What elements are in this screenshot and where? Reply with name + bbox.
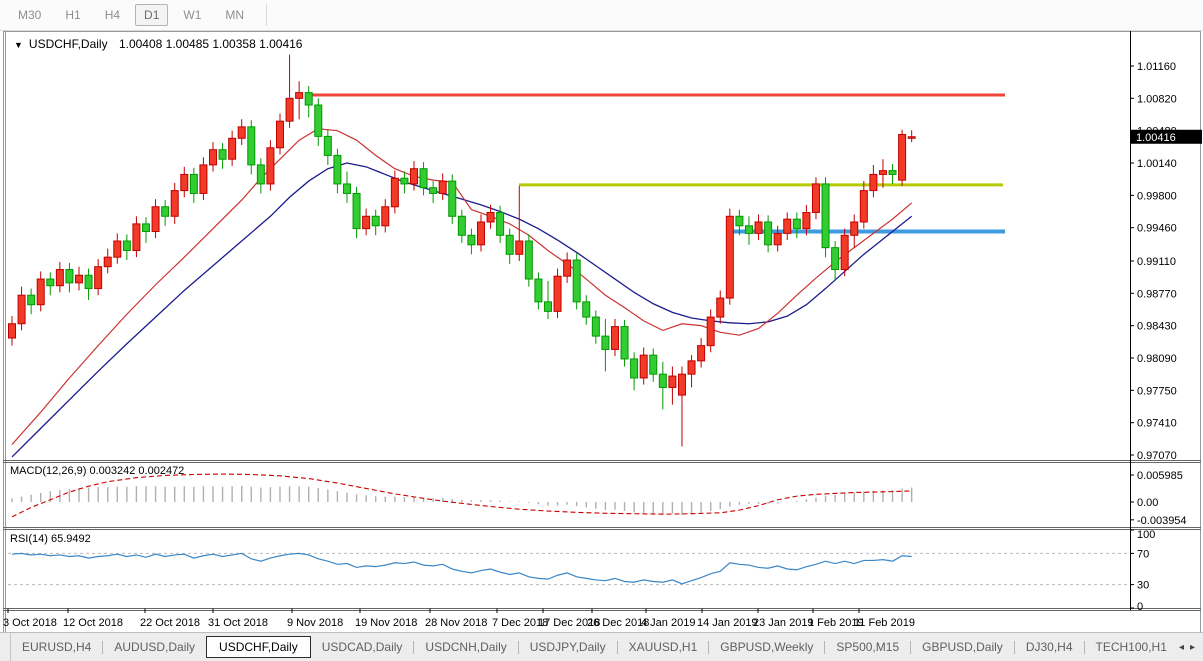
symbol-tab-SP500-M15[interactable]: SP500,M15 [825,636,910,658]
svg-text:0.00: 0.00 [1137,497,1158,509]
mt4-window: 1.011601.008201.004801.001400.998000.994… [0,0,1203,661]
timeframe-button-H1[interactable]: H1 [56,4,89,26]
svg-text:100: 100 [1137,529,1155,541]
svg-text:9 Nov 2018: 9 Nov 2018 [287,617,343,629]
svg-text:4 Jan 2019: 4 Jan 2019 [641,617,695,629]
svg-text:0.99460: 0.99460 [1137,223,1177,235]
svg-text:14 Jan 2019: 14 Jan 2019 [697,617,758,629]
symbol-tab-GBPUSD-Weekly[interactable]: GBPUSD,Weekly [709,636,824,658]
svg-text:0.98770: 0.98770 [1137,288,1177,300]
svg-text:70: 70 [1137,548,1149,560]
macd-label: MACD(12,26,9) 0.003242 0.002472 [10,465,184,477]
tabbar-stub [0,633,11,661]
svg-text:28 Nov 2018: 28 Nov 2018 [425,617,487,629]
rsi-label: RSI(14) 65.9492 [10,533,91,545]
svg-text:31 Oct 2018: 31 Oct 2018 [208,617,268,629]
timeframe-button-D1[interactable]: D1 [135,4,168,26]
svg-text:0.97410: 0.97410 [1137,418,1177,430]
svg-text:0.005985: 0.005985 [1137,470,1183,482]
svg-text:1.00140: 1.00140 [1137,158,1177,170]
svg-text:23 Jan 2019: 23 Jan 2019 [753,617,814,629]
svg-text:0.99800: 0.99800 [1137,190,1177,202]
tabs-scroll-right-icon[interactable]: ▸ [1190,642,1195,653]
symbol-tab-TECH100-H1[interactable]: TECH100,H1 [1085,636,1178,658]
symbol-tab-USDCNH-Daily[interactable]: USDCNH,Daily [414,636,517,658]
svg-text:22 Oct 2018: 22 Oct 2018 [140,617,200,629]
svg-text:1.00416: 1.00416 [1136,132,1176,144]
svg-text:0.97070: 0.97070 [1137,450,1177,462]
svg-text:0.97750: 0.97750 [1137,385,1177,397]
svg-text:11 Feb 2019: 11 Feb 2019 [854,617,915,629]
svg-text:30: 30 [1137,580,1149,592]
chevron-down-icon[interactable]: ▼ [14,40,23,50]
symbol-tab-XAUUSD-H1[interactable]: XAUUSD,H1 [618,636,709,658]
svg-text:-0.003954: -0.003954 [1137,515,1187,527]
svg-text:19 Nov 2018: 19 Nov 2018 [355,617,417,629]
timeframe-button-MN[interactable]: MN [216,4,253,26]
symbol-tab-DJ30-H4[interactable]: DJ30,H4 [1015,636,1084,658]
tabs-scroll-left-icon[interactable]: ◂ [1179,642,1184,653]
timeframe-button-H4[interactable]: H4 [96,4,129,26]
svg-text:1.01160: 1.01160 [1137,61,1176,73]
symbol-tabbar: EURUSD,H4AUDUSD,DailyUSDCHF,DailyUSDCAD,… [0,632,1203,661]
svg-text:0.98090: 0.98090 [1137,353,1177,365]
svg-text:12 Oct 2018: 12 Oct 2018 [63,617,123,629]
timeframe-button-W1[interactable]: W1 [174,4,210,26]
svg-text:1.00820: 1.00820 [1137,93,1177,105]
chart-symbol-label: USDCHF,Daily [29,37,108,51]
symbol-tab-GBPUSD-Daily[interactable]: GBPUSD,Daily [911,636,1014,658]
timeframe-button-M30[interactable]: M30 [9,4,50,26]
svg-text:0.98430: 0.98430 [1137,321,1177,333]
chart-area[interactable]: 1.011601.008201.004801.001400.998000.994… [0,0,1203,661]
chart-title: ▼ USDCHF,Daily 1.00408 1.00485 1.00358 1.… [14,37,302,51]
symbol-tab-USDCHF-Daily[interactable]: USDCHF,Daily [206,636,311,658]
svg-text:0.99110: 0.99110 [1137,256,1176,268]
symbol-tab-USDCAD-Daily[interactable]: USDCAD,Daily [311,636,414,658]
svg-text:3 Oct 2018: 3 Oct 2018 [3,617,57,629]
symbol-tab-USDJPY-Daily[interactable]: USDJPY,Daily [519,636,617,658]
chart-ohlc-values: 1.00408 1.00485 1.00358 1.00416 [119,37,303,51]
timeframe-toolbar: M30 H1 H4 D1 W1 MN [0,0,1203,31]
svg-text:0: 0 [1137,601,1143,613]
symbol-tab-EURUSD-H4[interactable]: EURUSD,H4 [11,636,102,658]
toolbar-separator [266,4,267,26]
symbol-tab-AUDUSD-Daily[interactable]: AUDUSD,Daily [103,636,206,658]
